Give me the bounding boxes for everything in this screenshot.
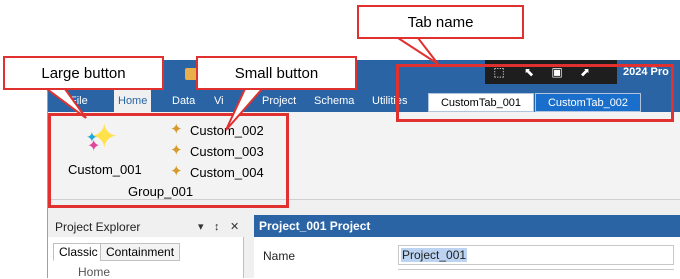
arrow-tab-name bbox=[394, 37, 439, 65]
callout-arrows bbox=[43, 37, 439, 131]
arrow-small-button bbox=[225, 88, 265, 131]
arrow-large-button bbox=[43, 88, 87, 119]
